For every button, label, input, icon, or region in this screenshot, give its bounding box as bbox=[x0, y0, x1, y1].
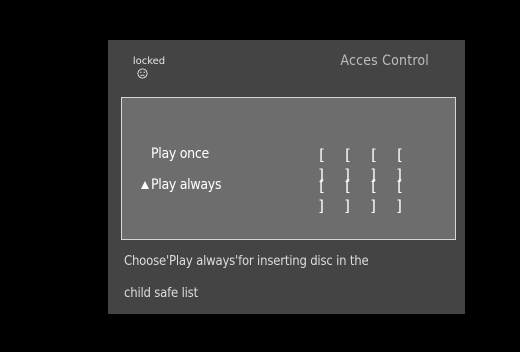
hint-text-line-2: child safe list bbox=[124, 286, 198, 301]
screen-title: Acces Control bbox=[340, 53, 429, 69]
code-slot[interactable]: [ ] bbox=[369, 145, 395, 184]
option-play-always[interactable]: Play always [ ] [ ] [ ] [ ] bbox=[122, 176, 455, 215]
code-entry[interactable]: [ ] [ ] [ ] [ ] bbox=[317, 176, 421, 215]
code-slot[interactable]: [ ] bbox=[395, 145, 421, 184]
code-slot[interactable]: [ ] bbox=[369, 176, 395, 215]
code-slot[interactable]: [ ] bbox=[343, 176, 369, 215]
option-label: Play once bbox=[151, 146, 209, 162]
code-slot[interactable]: [ ] bbox=[343, 145, 369, 184]
options-panel: Play once [ ] [ ] [ ] [ ] Play always [ … bbox=[121, 97, 456, 240]
lock-status: locked bbox=[129, 56, 169, 79]
code-slot[interactable]: [ ] bbox=[317, 176, 343, 215]
code-slot[interactable]: [ ] bbox=[395, 176, 421, 215]
selection-arrow-icon bbox=[141, 181, 149, 189]
code-slot[interactable]: [ ] bbox=[317, 145, 343, 184]
option-label: Play always bbox=[151, 177, 222, 193]
lock-status-text: locked bbox=[132, 56, 166, 67]
option-play-once[interactable]: Play once [ ] [ ] [ ] [ ] bbox=[122, 145, 455, 184]
hint-text-line-1: Choose'Play always'for inserting disc in… bbox=[124, 254, 369, 269]
access-control-screen: locked Acces Control Play once [ ] [ ] [… bbox=[108, 40, 465, 314]
code-entry[interactable]: [ ] [ ] [ ] [ ] bbox=[317, 145, 421, 184]
sad-face-icon bbox=[137, 68, 148, 79]
